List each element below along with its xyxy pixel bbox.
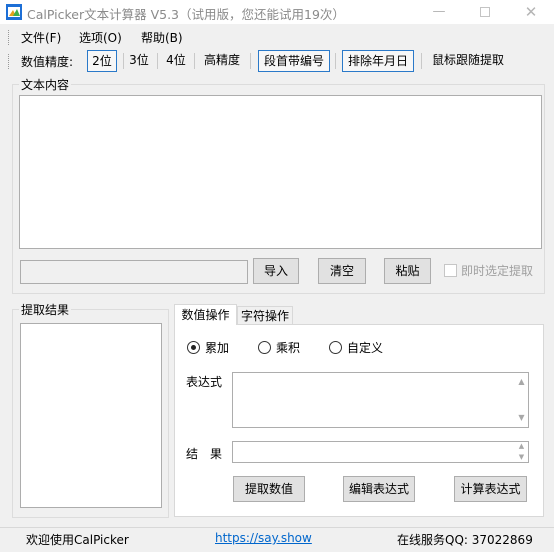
- precision-label: 数值精度:: [21, 55, 74, 69]
- toolbar-separator: [250, 53, 251, 69]
- precision-2-button[interactable]: 2位: [87, 50, 117, 72]
- tab-numeric[interactable]: 数值操作: [174, 304, 237, 325]
- status-qq: 在线服务QQ: 37022869: [397, 533, 533, 547]
- instant-extract-checkbox[interactable]: [444, 264, 457, 277]
- results-title: 提取结果: [19, 301, 72, 318]
- mouse-follow-button[interactable]: 鼠标跟随提取: [428, 50, 508, 72]
- toolbar-separator: [421, 53, 422, 69]
- exclude-date-button[interactable]: 排除年月日: [342, 50, 414, 72]
- toolbar: 数值精度: 2位 3位 4位 高精度 段首带编号 排除年月日 鼠标跟随提取: [0, 50, 554, 74]
- result-label: 结 果: [186, 447, 223, 461]
- window-title: CalPicker文本计算器 V5.3（试用版，您还能试用19次）: [27, 7, 345, 22]
- status-link[interactable]: https://say.show: [215, 531, 312, 545]
- title-bar: CalPicker文本计算器 V5.3（试用版，您还能试用19次） — ✕: [0, 0, 554, 24]
- clear-button[interactable]: 清空: [318, 258, 366, 284]
- text-content-area[interactable]: [19, 95, 542, 249]
- menu-bar: 文件(F) 选项(O) 帮助(B): [0, 26, 554, 48]
- close-icon: ✕: [524, 3, 538, 21]
- result-scroll-down-icon[interactable]: ▼: [515, 452, 528, 462]
- paste-button[interactable]: 粘贴: [384, 258, 431, 284]
- high-precision-button[interactable]: 高精度: [201, 50, 243, 72]
- menu-options[interactable]: 选项(O): [79, 29, 122, 46]
- custom-label: 自定义: [347, 341, 384, 355]
- scroll-up-icon[interactable]: ▲: [515, 376, 528, 388]
- expression-label: 表达式: [186, 375, 223, 389]
- product-radio[interactable]: [258, 341, 271, 354]
- sum-label: 累加: [205, 341, 230, 355]
- sum-radio[interactable]: [187, 341, 200, 354]
- minimize-icon: —: [432, 4, 446, 19]
- minimize-button[interactable]: —: [416, 0, 462, 24]
- calculate-expression-button[interactable]: 计算表达式: [454, 476, 527, 502]
- app-icon: [6, 4, 22, 20]
- edit-expression-button[interactable]: 编辑表达式: [343, 476, 415, 502]
- close-button[interactable]: ✕: [508, 0, 554, 24]
- menu-file[interactable]: 文件(F): [21, 29, 61, 46]
- maximize-button[interactable]: [462, 0, 508, 24]
- toolbar-grip: [8, 54, 11, 69]
- import-button[interactable]: 导入: [253, 258, 299, 284]
- menu-grip: [8, 30, 11, 45]
- extract-values-button[interactable]: 提取数值: [233, 476, 305, 502]
- toolbar-separator: [194, 53, 195, 69]
- status-bar: 欢迎使用CalPicker https://say.show 在线服务QQ: 3…: [0, 527, 554, 552]
- tab-string[interactable]: 字符操作: [237, 306, 293, 325]
- text-content-title: 文本内容: [19, 76, 72, 93]
- expression-input[interactable]: [232, 372, 529, 428]
- toolbar-separator: [335, 53, 336, 69]
- precision-3-button[interactable]: 3位: [127, 50, 151, 72]
- product-label: 乘积: [276, 341, 301, 355]
- precision-4-button[interactable]: 4位: [164, 50, 188, 72]
- menu-help[interactable]: 帮助(B): [141, 29, 183, 46]
- result-scroll-up-icon[interactable]: ▲: [515, 441, 528, 451]
- maximize-icon: [480, 7, 490, 17]
- custom-radio[interactable]: [329, 341, 342, 354]
- toolbar-separator: [123, 53, 124, 69]
- scroll-down-icon[interactable]: ▼: [515, 412, 528, 424]
- result-field[interactable]: [232, 441, 529, 463]
- instant-extract-label: 即时选定提取: [461, 264, 534, 278]
- path-field[interactable]: [20, 260, 248, 284]
- paragraph-number-button[interactable]: 段首带编号: [258, 50, 330, 72]
- results-list[interactable]: [20, 323, 162, 508]
- toolbar-separator: [157, 53, 158, 69]
- status-welcome: 欢迎使用CalPicker: [26, 533, 129, 547]
